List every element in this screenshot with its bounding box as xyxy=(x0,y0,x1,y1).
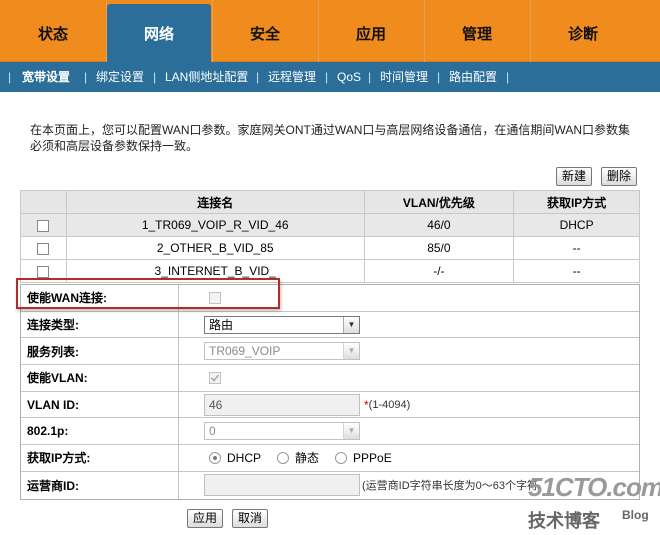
ip-mode-dhcp-radio[interactable] xyxy=(209,451,221,464)
tab-application[interactable]: 应用 xyxy=(319,0,423,62)
ip-mode-cell: -- xyxy=(513,236,640,260)
subnav-item-remote-management[interactable]: 远程管理 xyxy=(268,62,316,92)
isp-id-label: 运营商ID: xyxy=(21,471,179,499)
row-select-checkbox[interactable] xyxy=(37,242,50,255)
new-button[interactable]: 新建 xyxy=(556,167,593,186)
isp-id-hint: (运营商ID字符串长度为0～63个字符 xyxy=(362,480,539,493)
table-row[interactable]: 1_TR069_VOIP_R_VID_46 46/0 DHCP xyxy=(20,213,640,237)
ip-mode-pppoe-radio[interactable] xyxy=(335,451,348,464)
vlan-cell: 85/0 xyxy=(363,236,515,260)
subnav-item-time[interactable]: 时间管理 xyxy=(380,62,428,92)
table-header-select xyxy=(20,190,67,214)
row-select-cell xyxy=(20,213,67,237)
vlan-id-input[interactable]: 46 xyxy=(204,393,360,416)
annotation-highlight-box xyxy=(16,278,280,309)
subnav-item-route[interactable]: 路由配置 xyxy=(449,62,497,92)
vlan-cell: -/- xyxy=(363,259,515,283)
connection-type-label: 连接类型: xyxy=(21,311,179,338)
connection-name-cell: 2_OTHER_B_VID_85 xyxy=(65,236,365,260)
subnav-separator: | xyxy=(84,70,88,84)
ip-mode-static-radio[interactable] xyxy=(277,451,290,464)
connection-type-value: 路由 ▼ xyxy=(179,312,639,338)
sub-navigation: | 宽带设置 | 绑定设置 | LAN侧地址配置 | 远程管理 | QoS | … xyxy=(0,62,660,92)
subnav-separator: | xyxy=(506,70,510,84)
tab-diagnosis[interactable]: 诊断 xyxy=(531,0,635,62)
chevron-down-icon: ▼ xyxy=(343,343,359,360)
delete-button[interactable]: 删除 xyxy=(601,167,638,186)
watermark-subtitle: 技术博客 xyxy=(528,511,600,532)
checkmark-icon xyxy=(210,374,220,382)
vlan-id-label: VLAN ID: xyxy=(21,391,179,418)
page-description: 在本页面上，您可以配置WAN口参数。家庭网关ONT通过WAN口与高层网络设备通信… xyxy=(30,123,630,153)
form-row-enable-vlan: 使能VLAN: xyxy=(21,365,639,392)
subnav-separator: | xyxy=(437,70,441,84)
ip-mode-cell: DHCP xyxy=(513,213,640,237)
subnav-item-broadband[interactable]: 宽带设置 xyxy=(22,62,70,92)
apply-button[interactable]: 应用 xyxy=(187,509,224,528)
subnav-separator: | xyxy=(153,70,157,84)
form-row-priority: 802.1p: 0 ▼ xyxy=(21,418,639,446)
priority-label: 802.1p: xyxy=(21,418,179,445)
chevron-down-icon: ▼ xyxy=(343,316,359,333)
form-row-service-list: 服务列表: TR069_VOIP ▼ xyxy=(21,338,639,366)
table-header-connection-name: 连接名 xyxy=(65,190,365,214)
service-list-label: 服务列表: xyxy=(21,338,179,365)
table-header-ip-mode: 获取IP方式 xyxy=(513,190,640,214)
connection-type-selected: 路由 xyxy=(209,317,234,332)
tab-network[interactable]: 网络 xyxy=(107,4,211,62)
subnav-item-binding[interactable]: 绑定设置 xyxy=(96,62,144,92)
vlan-id-value: 46 * (1-4094) xyxy=(179,392,639,418)
connection-type-select[interactable]: 路由 ▼ xyxy=(204,315,360,334)
connection-name-cell: 1_TR069_VOIP_R_VID_46 xyxy=(65,213,365,237)
service-list-value: TR069_VOIP ▼ xyxy=(179,338,639,364)
vlan-id-hint: (1-4094) xyxy=(368,398,411,411)
row-select-cell xyxy=(20,236,67,260)
row-select-checkbox[interactable] xyxy=(37,219,50,232)
table-header-vlan-priority: VLAN/优先级 xyxy=(363,190,515,214)
service-list-select[interactable]: TR069_VOIP ▼ xyxy=(204,342,360,361)
ip-mode-value: DHCP 静态 PPPoE xyxy=(179,445,639,471)
subnav-item-lan-address[interactable]: LAN侧地址配置 xyxy=(165,62,248,92)
ip-mode-pppoe-label: PPPoE xyxy=(353,450,392,465)
ip-mode-label: 获取IP方式: xyxy=(21,445,179,471)
table-header-row: 连接名 VLAN/优先级 获取IP方式 xyxy=(20,190,640,214)
priority-select[interactable]: 0 ▼ xyxy=(204,422,360,441)
ip-mode-cell: -- xyxy=(513,259,640,283)
tab-security[interactable]: 安全 xyxy=(213,0,317,62)
top-navigation: 状态 网络 安全 应用 管理 诊断 xyxy=(0,0,660,62)
enable-vlan-label: 使能VLAN: xyxy=(21,365,179,391)
chevron-down-icon: ▼ xyxy=(343,423,359,440)
isp-id-input[interactable] xyxy=(204,474,360,497)
priority-value: 0 ▼ xyxy=(179,418,639,444)
enable-vlan-checkbox[interactable] xyxy=(209,371,221,384)
wan-config-form: 使能WAN连接: 连接类型: 路由 ▼ 服务列表: TR069_VOIP ▼ 使… xyxy=(20,284,640,500)
subnav-separator: | xyxy=(256,70,260,84)
service-list-selected: TR069_VOIP xyxy=(209,344,281,359)
tab-status[interactable]: 状态 xyxy=(0,0,106,62)
priority-selected: 0 xyxy=(209,424,216,439)
watermark-blog: Blog xyxy=(622,508,649,522)
subnav-separator: | xyxy=(8,70,12,84)
watermark-logo: 51CTO.com xyxy=(528,472,660,502)
wan-connection-table: 连接名 VLAN/优先级 获取IP方式 1_TR069_VOIP_R_VID_4… xyxy=(20,190,640,283)
ip-mode-dhcp-label: DHCP xyxy=(227,450,262,465)
table-row[interactable]: 2_OTHER_B_VID_85 85/0 -- xyxy=(20,236,640,260)
vlan-cell: 46/0 xyxy=(363,213,515,237)
cancel-button[interactable]: 取消 xyxy=(232,509,269,528)
form-row-connection-type: 连接类型: 路由 ▼ xyxy=(21,311,639,339)
subnav-item-qos[interactable]: QoS xyxy=(337,62,361,92)
row-select-checkbox[interactable] xyxy=(37,265,50,278)
ip-mode-static-label: 静态 xyxy=(295,451,320,466)
tab-management[interactable]: 管理 xyxy=(425,0,529,62)
enable-vlan-value xyxy=(179,365,639,391)
subnav-separator: | xyxy=(325,70,329,84)
form-row-vlan-id: VLAN ID: 46 * (1-4094) xyxy=(21,391,639,419)
subnav-separator: | xyxy=(368,70,372,84)
form-row-ip-mode: 获取IP方式: DHCP 静态 PPPoE xyxy=(21,445,639,472)
